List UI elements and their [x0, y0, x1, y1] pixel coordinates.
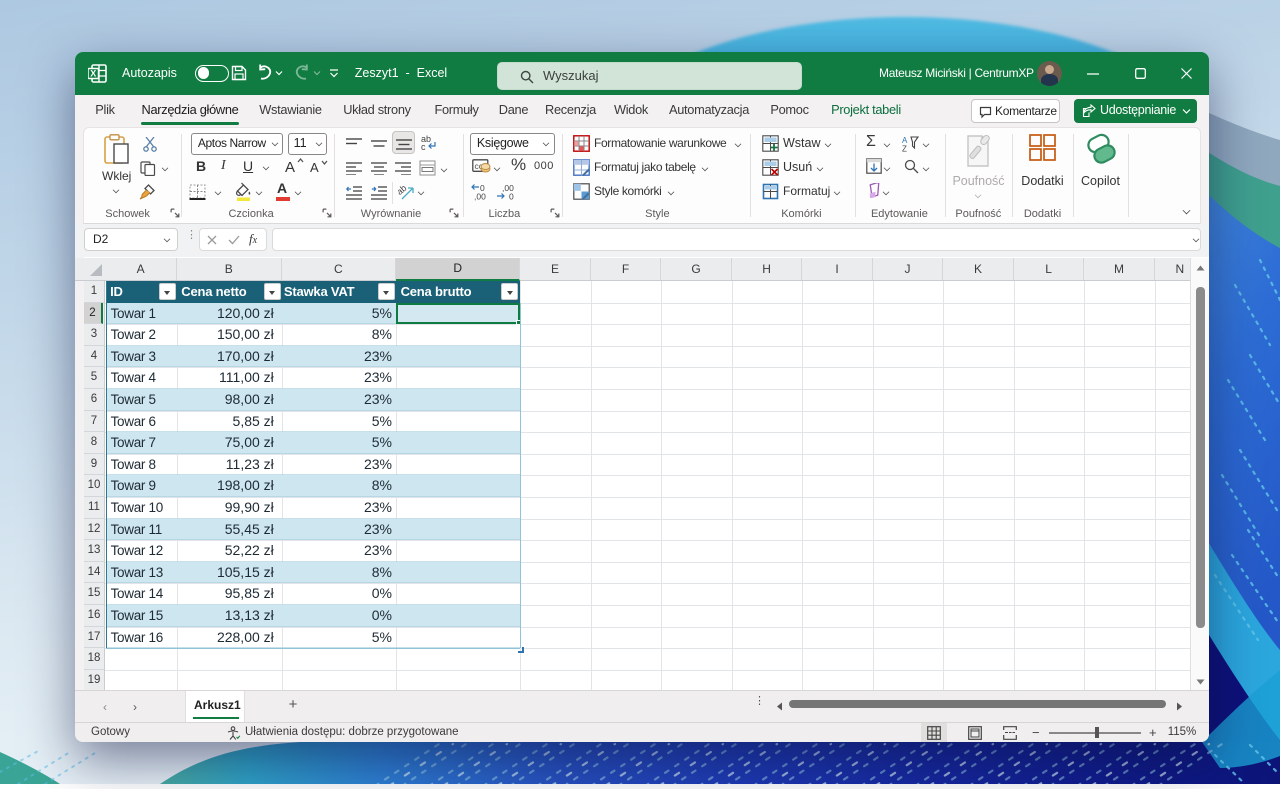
svg-text:c: c [421, 142, 426, 151]
svg-text:A: A [310, 160, 319, 174]
svg-text:,00: ,00 [474, 192, 486, 202]
svg-text:Z: Z [902, 145, 907, 153]
svg-text:0: 0 [509, 192, 514, 202]
svg-text:X: X [90, 69, 96, 79]
svg-text:A: A [285, 159, 295, 174]
